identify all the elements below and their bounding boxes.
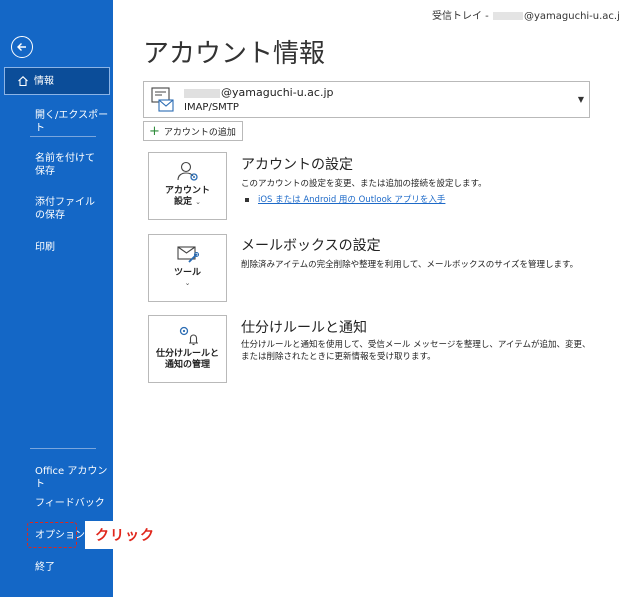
nav-print[interactable]: 印刷 — [0, 241, 113, 254]
rules-alerts-title: 仕分けルールと通知 — [241, 320, 367, 336]
add-account-label: アカウントの追加 — [163, 127, 236, 138]
inbox-prefix: 受信トレイ - — [432, 11, 492, 22]
tools-label: ツール — [173, 268, 201, 278]
account-selector[interactable]: @yamaguchi-u.ac.jp IMAP/SMTP ▼ — [143, 81, 590, 118]
get-outlook-mobile-link[interactable]: iOS または Android 用の Outlook アプリを入手 — [245, 193, 445, 205]
rules-alerts-desc: 仕分けルールと通知を使用して、受信メール メッセージを整理し、アイテムが追加、変… — [241, 340, 591, 362]
manage-rules-alerts-button[interactable]: 仕分けルールと 通知の管理 — [148, 315, 227, 383]
chevron-down-icon: ⌄ — [184, 279, 191, 287]
nav-save-attachments[interactable]: 添付ファイルの保存 — [0, 196, 100, 222]
bullet-icon — [245, 197, 249, 202]
account-settings-title: アカウントの設定 — [241, 157, 353, 173]
nav-exit[interactable]: 終了 — [0, 561, 113, 574]
account-email-suffix: @yamaguchi-u.ac.jp — [221, 86, 334, 99]
tile-label-line1: 仕分けルールと — [155, 349, 219, 359]
back-arrow-icon — [17, 43, 26, 51]
add-account-button[interactable]: + アカウントの追加 — [143, 121, 243, 141]
rules-alerts-icon — [179, 326, 198, 346]
mailbox-settings-desc: 削除済みアイテムの完全削除や整理を利用して、メールボックスのサイズを管理します。 — [241, 260, 579, 270]
page-title: アカウント情報 — [143, 39, 326, 69]
nav-save-as[interactable]: 名前を付けて保存 — [0, 152, 100, 178]
mailbox-icon — [151, 87, 174, 112]
account-settings-icon — [176, 161, 198, 181]
inbox-suffix: @yamaguchi-u.ac.jp - — [523, 11, 620, 22]
mailbox-tools-icon — [176, 246, 199, 263]
dropdown-arrow-icon: ▼ — [577, 95, 584, 104]
backstage-sidebar: 情報 開く/エクスポート 名前を付けて保存 添付ファイルの保存 印刷 Offic… — [0, 0, 113, 597]
tile-label-line2: 設定 ⌄ — [173, 197, 202, 207]
nav-info-label: 情報 — [34, 75, 54, 87]
click-annotation: クリック — [85, 521, 165, 549]
account-settings-button[interactable]: アカウント 設定 ⌄ — [148, 152, 227, 220]
nav-feedback[interactable]: フィードバック — [0, 497, 113, 510]
redacted-username — [492, 12, 523, 20]
chevron-down-icon: ⌄ — [195, 198, 202, 206]
account-protocol: IMAP/SMTP — [184, 102, 239, 113]
tools-button[interactable]: ツール ⌄ — [148, 234, 227, 302]
redacted-username — [184, 88, 220, 98]
sidebar-divider-bottom — [30, 448, 96, 449]
account-settings-desc: このアカウントの設定を変更、または追加の接続を設定します。 — [241, 179, 487, 189]
nav-office-account[interactable]: Office アカウント — [0, 465, 113, 491]
nav-open-export[interactable]: 開く/エクスポート — [0, 109, 113, 135]
plus-icon: + — [149, 123, 160, 139]
sidebar-divider — [30, 136, 96, 137]
account-email: @yamaguchi-u.ac.jp — [184, 86, 334, 99]
mailbox-settings-title: メールボックスの設定 — [241, 238, 381, 254]
nav-info[interactable]: 情報 — [4, 67, 110, 95]
tile-label-line1: アカウント — [164, 186, 210, 196]
window-title: 受信トレイ - @yamaguchi-u.ac.jp - — [432, 7, 620, 22]
back-button[interactable] — [11, 36, 33, 58]
home-icon — [18, 76, 28, 87]
tile-label-line2: 通知の管理 — [164, 360, 210, 370]
